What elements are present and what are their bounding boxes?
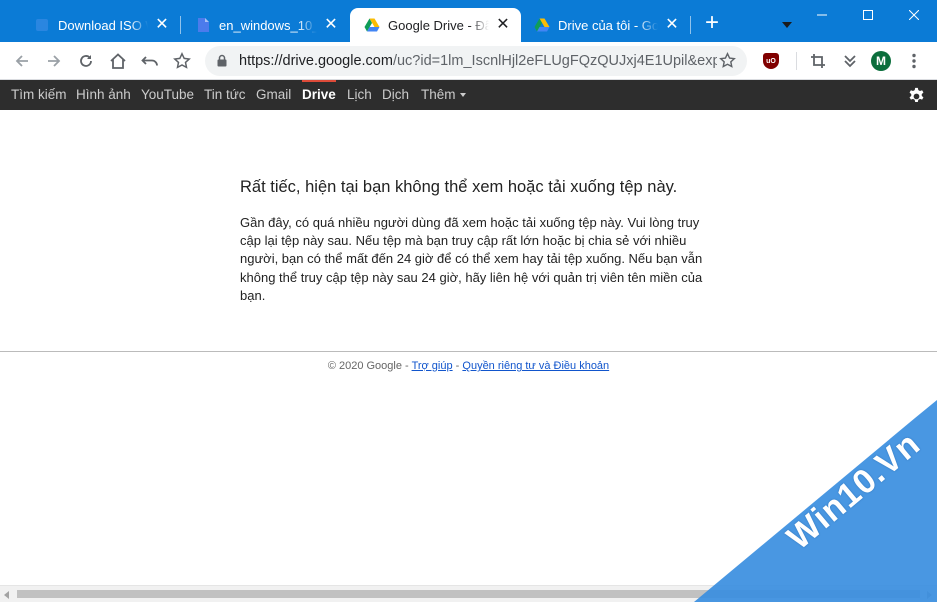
error-body: Gần đây, có quá nhiều người dùng đã xem …	[240, 215, 703, 303]
footer-separator: -	[401, 360, 412, 372]
minimize-icon	[817, 14, 827, 16]
browser-toolbar: https://drive.google.com/uc?id=1lm_Iscnl…	[0, 42, 937, 80]
double-chevron-down-icon	[844, 55, 856, 68]
footer: © 2020 Google - Trợ giúp - Quyền riêng t…	[0, 360, 937, 372]
gear-icon[interactable]	[907, 86, 926, 105]
gbar-item-more[interactable]: Thêm	[421, 80, 466, 110]
blue-page-icon	[36, 19, 48, 31]
google-app-bar: Tìm kiếm Hình ảnh YouTube Tin tức Gmail …	[0, 80, 937, 110]
forward-button[interactable]	[40, 47, 68, 75]
profile-avatar[interactable]: M	[871, 51, 891, 71]
scrollbar-thumb[interactable]	[17, 590, 920, 598]
undo-button[interactable]	[136, 47, 164, 75]
crop-extension-button[interactable]	[804, 47, 832, 75]
scroll-right-arrow-icon[interactable]	[927, 591, 932, 599]
google-drive-icon	[534, 18, 550, 32]
tab-separator	[690, 16, 691, 34]
tab-download-iso[interactable]: Download ISO Windows 10 ✕	[20, 8, 180, 42]
close-icon	[909, 10, 919, 20]
tab-title: Download ISO Windows 10	[58, 17, 148, 33]
privacy-terms-link[interactable]: Quyền riêng tư và Điều khoản	[462, 360, 609, 372]
reload-button[interactable]	[72, 47, 100, 75]
error-heading: Rất tiếc, hiện tại bạn không thể xem hoặ…	[240, 178, 678, 196]
kebab-menu-icon	[912, 53, 916, 69]
gbar-item-images[interactable]: Hình ảnh	[76, 80, 131, 110]
toolbar-divider	[796, 52, 797, 70]
arrow-right-icon	[48, 55, 61, 67]
home-button[interactable]	[104, 47, 132, 75]
tab-close-icon[interactable]: ✕	[664, 17, 680, 33]
gbar-item-drive[interactable]: Drive	[302, 80, 336, 110]
pocket-extension-button[interactable]	[836, 47, 864, 75]
address-bar[interactable]: https://drive.google.com/uc?id=1lm_Iscnl…	[205, 46, 747, 76]
tab-search-icon[interactable]	[782, 22, 792, 28]
tab-close-icon[interactable]: ✕	[323, 17, 339, 33]
tab-close-icon[interactable]: ✕	[495, 17, 511, 33]
url-path: /uc?id=1lm_IscnlHjl2eFLUgFQzQUJxj4E1Upil…	[392, 53, 717, 69]
gbar-item-news[interactable]: Tin tức	[204, 80, 246, 110]
url-host: https://drive.google.com	[239, 53, 393, 69]
help-link[interactable]: Trợ giúp	[412, 360, 453, 372]
google-drive-icon	[364, 18, 380, 32]
back-button[interactable]	[8, 47, 36, 75]
gbar-item-translate[interactable]: Dịch	[382, 80, 409, 110]
undo-icon	[141, 56, 158, 66]
copyright-text: © 2020 Google	[327, 360, 402, 372]
gbar-item-youtube[interactable]: YouTube	[141, 80, 194, 110]
watermark-text: Win10.Vn	[780, 424, 928, 558]
tab-title: Drive của tôi - Google Drive	[558, 17, 658, 33]
bookmark-star-icon[interactable]	[719, 52, 736, 69]
caret-down-icon	[459, 93, 466, 98]
docs-icon	[198, 18, 209, 32]
ublock-extension-icon[interactable]: uO	[763, 53, 779, 69]
tab-en-windows[interactable]: en_windows_10_version ✕	[181, 8, 349, 42]
star-outline-icon	[173, 52, 191, 69]
gbar-item-calendar[interactable]: Lịch	[347, 80, 372, 110]
error-message: Rất tiếc, hiện tại bạn không thể xem hoặ…	[240, 177, 710, 305]
close-window-button[interactable]	[891, 0, 937, 30]
bookmark-toolbar-button[interactable]	[168, 47, 196, 75]
tab-strip: Download ISO Windows 10 ✕ en_windows_10_…	[0, 0, 937, 42]
tab-title: Google Drive - Đã vượt quá	[388, 17, 489, 33]
maximize-button[interactable]	[845, 0, 891, 30]
lock-icon	[217, 54, 227, 67]
tab-title: en_windows_10_version	[219, 17, 317, 33]
tab-my-drive[interactable]: Drive của tôi - Google Drive ✕	[520, 8, 690, 42]
tab-close-icon[interactable]: ✕	[154, 17, 170, 33]
home-icon	[110, 53, 126, 69]
minimize-button[interactable]	[799, 0, 845, 30]
arrow-left-icon	[15, 55, 28, 67]
gbar-item-search[interactable]: Tìm kiếm	[11, 80, 67, 110]
new-tab-button[interactable]: +	[700, 11, 724, 36]
scroll-left-arrow-icon[interactable]	[4, 591, 9, 599]
reload-icon	[80, 55, 92, 67]
footer-separator: -	[452, 360, 463, 372]
browser-menu-button[interactable]	[900, 47, 928, 75]
url-text[interactable]: https://drive.google.com/uc?id=1lm_Iscnl…	[239, 53, 717, 69]
horizontal-scrollbar[interactable]	[0, 585, 937, 602]
footer-divider	[0, 351, 937, 352]
crop-icon	[811, 54, 825, 68]
maximize-icon	[863, 10, 873, 20]
tab-google-drive-active[interactable]: Google Drive - Đã vượt quá ✕	[350, 8, 521, 42]
gbar-item-gmail[interactable]: Gmail	[256, 80, 291, 110]
gbar-more-label: Thêm	[421, 87, 456, 102]
